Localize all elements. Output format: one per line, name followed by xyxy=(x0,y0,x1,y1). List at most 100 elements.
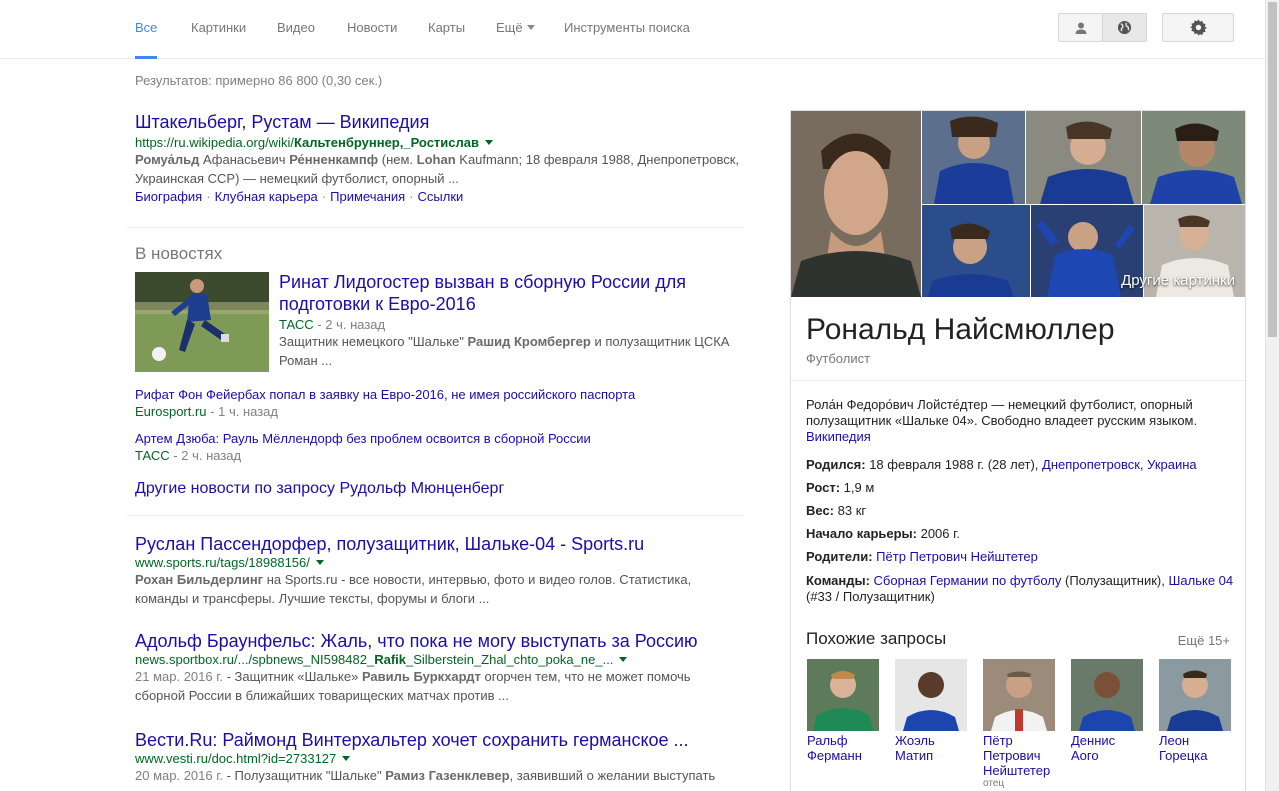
team-link[interactable]: Шальке 04 xyxy=(1168,573,1233,588)
tab-more-label: Ещё xyxy=(496,20,523,35)
personal-results-button[interactable] xyxy=(1058,13,1103,42)
snippet-bold: Рашид Кромбергер xyxy=(467,334,591,349)
result-url-bold: Кальтенбруннер,_Ростислав xyxy=(293,135,479,150)
news-main-item: Ринат Лидогостер вызван в сборную России… xyxy=(279,271,749,370)
sitelinks: Биография · Клубная карьера · Примечания · Ссы… xyxy=(135,189,464,204)
result-url-prefix: https://ru.wikipedia.org/wiki/ xyxy=(135,135,294,150)
related-photo[interactable] xyxy=(983,659,1055,731)
tab-images[interactable]: Картинки xyxy=(191,20,246,59)
result-date: 21 мар. 2016 г. xyxy=(135,669,223,684)
result-snippet: 20 мар. 2016 г. - Полузащитник "Шальке" … xyxy=(135,766,735,785)
result-title-link[interactable]: Руслан Пассендорфер, полузащитник, Шальк… xyxy=(135,534,745,555)
tab-maps[interactable]: Карты xyxy=(428,20,465,59)
result-title-link[interactable]: Вести.Ru: Раймонд Винтерхальтер хочет со… xyxy=(135,730,745,751)
related-photo[interactable] xyxy=(1159,659,1231,731)
news-item-title[interactable]: Артем Дзюба: Рауль Мёллендорф без пробле… xyxy=(135,431,755,446)
fact-label: Рост: xyxy=(806,480,841,495)
birthplace-link[interactable]: Днепропетровск, Украина xyxy=(1042,457,1197,472)
caret-down-icon[interactable] xyxy=(485,140,493,145)
related-item[interactable]: Ральф Ферманн xyxy=(807,659,881,763)
scrollbar-thumb[interactable] xyxy=(1268,2,1277,337)
gallery-photo[interactable] xyxy=(1026,111,1141,204)
fact-label: Команды: xyxy=(806,573,870,588)
parent-link[interactable]: Пётр Петрович Нейштетер xyxy=(876,549,1038,564)
news-main-title[interactable]: Ринат Лидогостер вызван в сборную России… xyxy=(279,271,749,315)
news-source: ТАСС - 2 ч. назад xyxy=(135,448,755,463)
result-url: www.sports.ru/tags/18988156/ xyxy=(135,555,745,570)
sitelink-club-career[interactable]: Клубная карьера xyxy=(215,189,318,204)
snippet-bold: Равиль Буркхардт xyxy=(361,669,481,684)
gallery-photo[interactable] xyxy=(922,205,1030,297)
divider xyxy=(791,380,1245,381)
snippet-text: Защитник немецкого "Шальке" xyxy=(279,334,468,349)
related-item[interactable]: Деннис Аого xyxy=(1071,659,1145,763)
result-url-text: www.sports.ru/tags/18988156/ xyxy=(135,555,310,570)
top-toolbar: Все Картинки Видео Новости Карты Ещё Инс… xyxy=(0,0,1279,59)
more-news-link[interactable]: Другие новости по запросу Рудольф Мюнцен… xyxy=(135,480,755,498)
related-item[interactable]: Жоэль Матип xyxy=(895,659,969,763)
related-name[interactable]: Леон Горецка xyxy=(1159,733,1233,763)
search-result: Вести.Ru: Раймонд Винтерхальтер хочет со… xyxy=(135,730,745,785)
wikipedia-link[interactable]: Википедия xyxy=(806,429,1236,445)
search-result: Руслан Пассендорфер, полузащитник, Шальк… xyxy=(135,534,745,608)
sitelink-links[interactable]: Ссылки xyxy=(418,189,464,204)
fact-height: Рост: 1,9 м xyxy=(806,480,1236,496)
gallery-photo[interactable] xyxy=(922,111,1025,204)
result-stats: Результатов: примерно 86 800 (0,30 сек.) xyxy=(135,73,383,88)
related-searches-heading: Похожие запросы xyxy=(806,629,947,648)
result-title-link[interactable]: Адольф Браунфельс: Жаль, что пока не мог… xyxy=(135,631,745,652)
news-heading: В новостях xyxy=(135,244,223,263)
snippet-bold: Рохан Бильдерлинг xyxy=(135,572,264,587)
related-photo[interactable] xyxy=(895,659,967,731)
related-item[interactable]: Пётр Петрович Нейштетер отец xyxy=(983,659,1057,789)
snippet-bold: Рамиз Газенклевер xyxy=(385,768,510,783)
related-relation: отец xyxy=(983,778,1005,789)
related-item[interactable]: Леон Горецка xyxy=(1159,659,1233,763)
news-source-name: ТАСС xyxy=(135,448,170,463)
fact-teams: Команды: Сборная Германии по футболу (По… xyxy=(806,573,1236,605)
news-time: - 1 ч. назад xyxy=(206,404,278,419)
result-snippet: Ромуа́льд Афанасьевич Ре́нненкампф (нем.… xyxy=(135,150,740,188)
fact-parents: Родители: Пётр Петрович Нейштетер xyxy=(806,549,1236,565)
gallery-photo[interactable] xyxy=(1142,111,1245,204)
snippet-text: , заявивший о желании выступать xyxy=(509,768,716,783)
fact-label: Начало карьеры: xyxy=(806,526,917,541)
snippet-text: - Защитник «Шальке» xyxy=(223,669,362,684)
sitelink-notes[interactable]: Примечания xyxy=(330,189,405,204)
news-item-title[interactable]: Рифат Фон Фейербах попал в заявку на Евр… xyxy=(135,387,755,402)
caret-down-icon[interactable] xyxy=(342,756,351,761)
entity-subtitle: Футболист xyxy=(806,351,871,366)
entity-title: Рональд Найсмюллер xyxy=(806,313,1115,346)
main-photo[interactable] xyxy=(791,111,921,297)
news-thumbnail[interactable] xyxy=(135,272,269,372)
sitelink-biography[interactable]: Биография xyxy=(135,189,202,204)
fact-value: 2006 г. xyxy=(916,526,960,541)
result-title-link[interactable]: Штакельберг, Рустам — Википедия xyxy=(135,112,745,133)
related-more-link[interactable]: Ещё 15+ xyxy=(1178,633,1230,648)
related-photo[interactable] xyxy=(807,659,879,731)
caret-down-icon[interactable] xyxy=(315,560,324,565)
image-collage[interactable]: Другие картинки xyxy=(791,111,1245,297)
related-name[interactable]: Деннис Аого xyxy=(1071,733,1145,763)
scrollbar[interactable] xyxy=(1265,0,1279,791)
fact-born: Родился: 18 февраля 1988 г. (28 лет), Дн… xyxy=(806,457,1236,473)
team-link[interactable]: Сборная Германии по футболу xyxy=(874,573,1062,588)
related-name[interactable]: Жоэль Матип xyxy=(895,733,969,763)
tab-news[interactable]: Новости xyxy=(347,20,397,59)
tab-video[interactable]: Видео xyxy=(277,20,315,59)
related-name[interactable]: Ральф Ферманн xyxy=(807,733,881,763)
tab-search-tools[interactable]: Инструменты поиска xyxy=(564,20,690,59)
fact-label: Родился: xyxy=(806,457,866,472)
tab-all[interactable]: Все xyxy=(135,20,158,59)
fact-weight: Вес: 83 кг xyxy=(806,503,1236,519)
snippet-bold: Ромуа́льд xyxy=(135,152,200,167)
more-images-link[interactable]: Другие картинки xyxy=(1121,272,1235,289)
related-photo[interactable] xyxy=(1071,659,1143,731)
global-results-button[interactable] xyxy=(1102,13,1147,42)
related-name[interactable]: Пётр Петрович Нейштетер xyxy=(983,733,1057,778)
caret-down-icon[interactable] xyxy=(619,657,628,662)
settings-button[interactable] xyxy=(1162,13,1234,42)
news-source-name: Eurosport.ru xyxy=(135,404,207,419)
search-result: Адольф Браунфельс: Жаль, что пока не мог… xyxy=(135,631,745,705)
tab-more[interactable]: Ещё xyxy=(496,20,535,59)
